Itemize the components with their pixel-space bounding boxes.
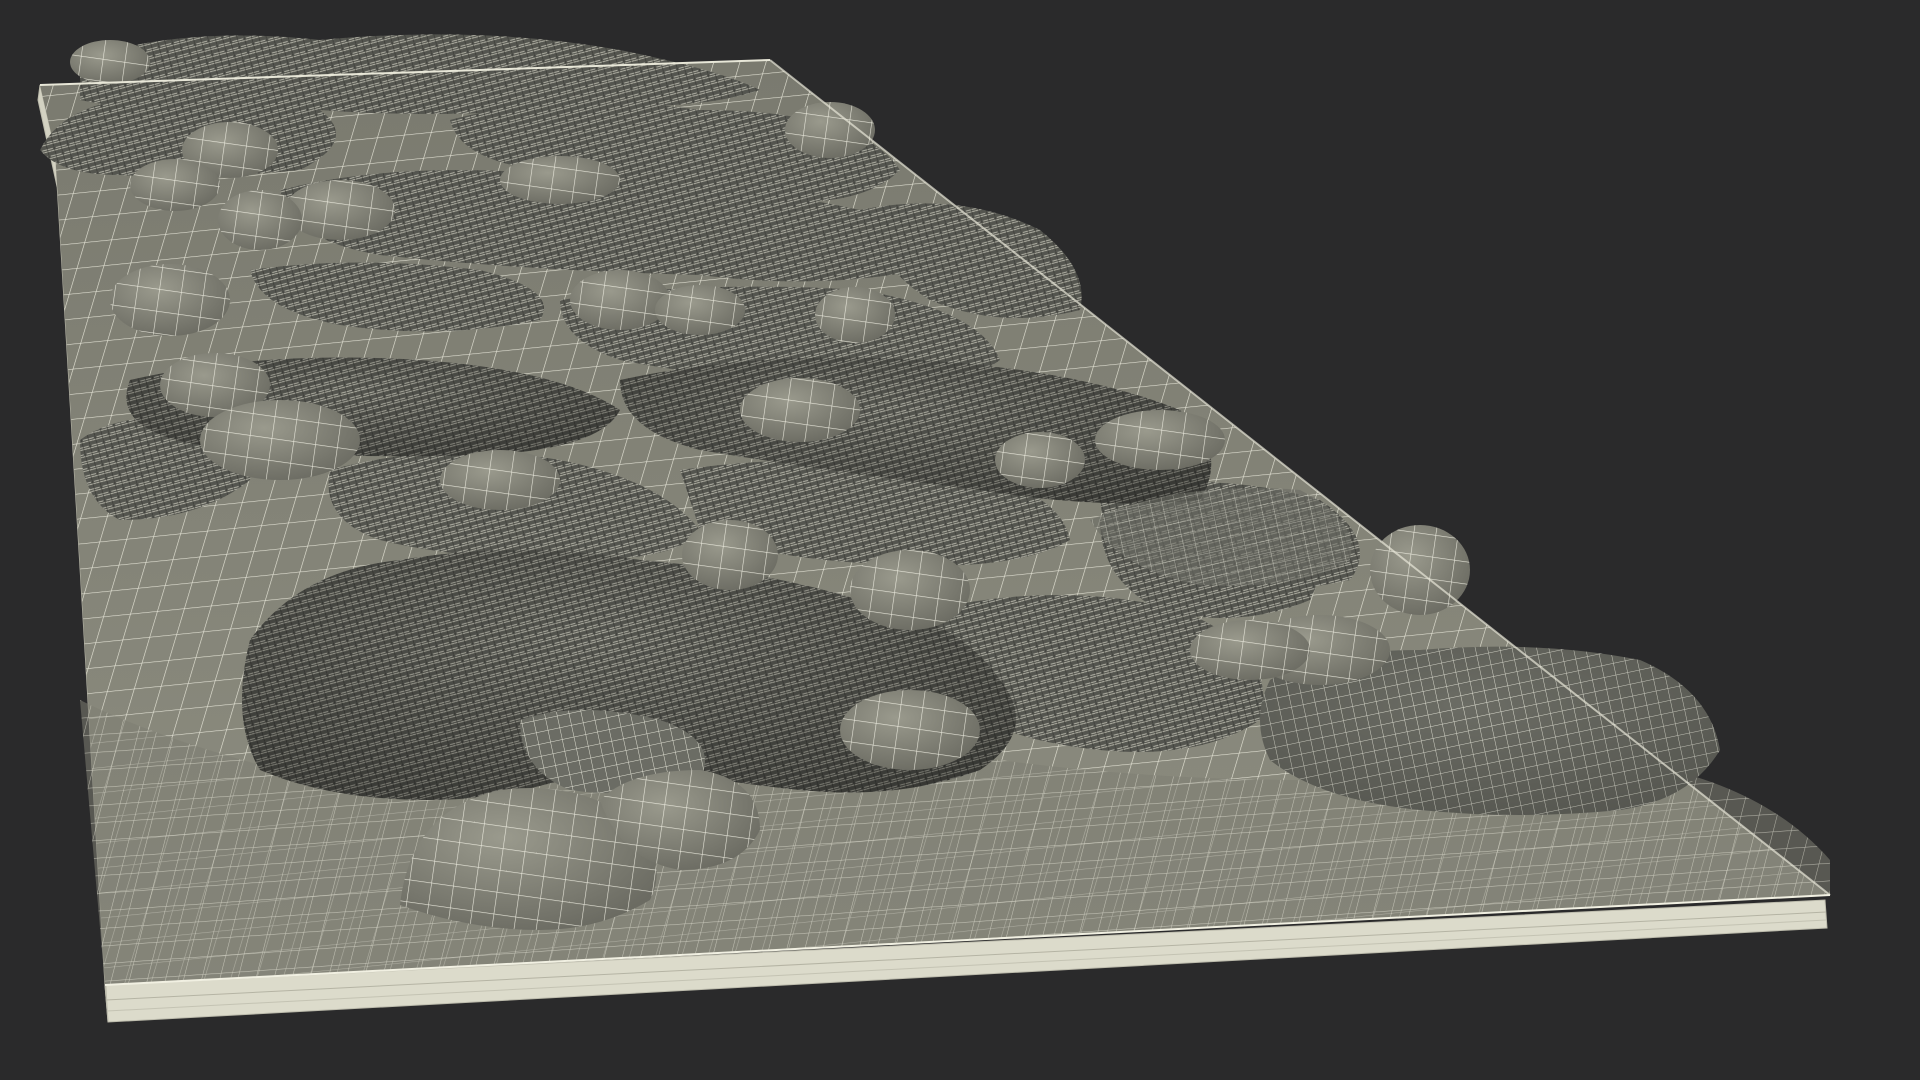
render-viewport <box>0 0 1920 1080</box>
terrain-render <box>37 34 1831 1023</box>
